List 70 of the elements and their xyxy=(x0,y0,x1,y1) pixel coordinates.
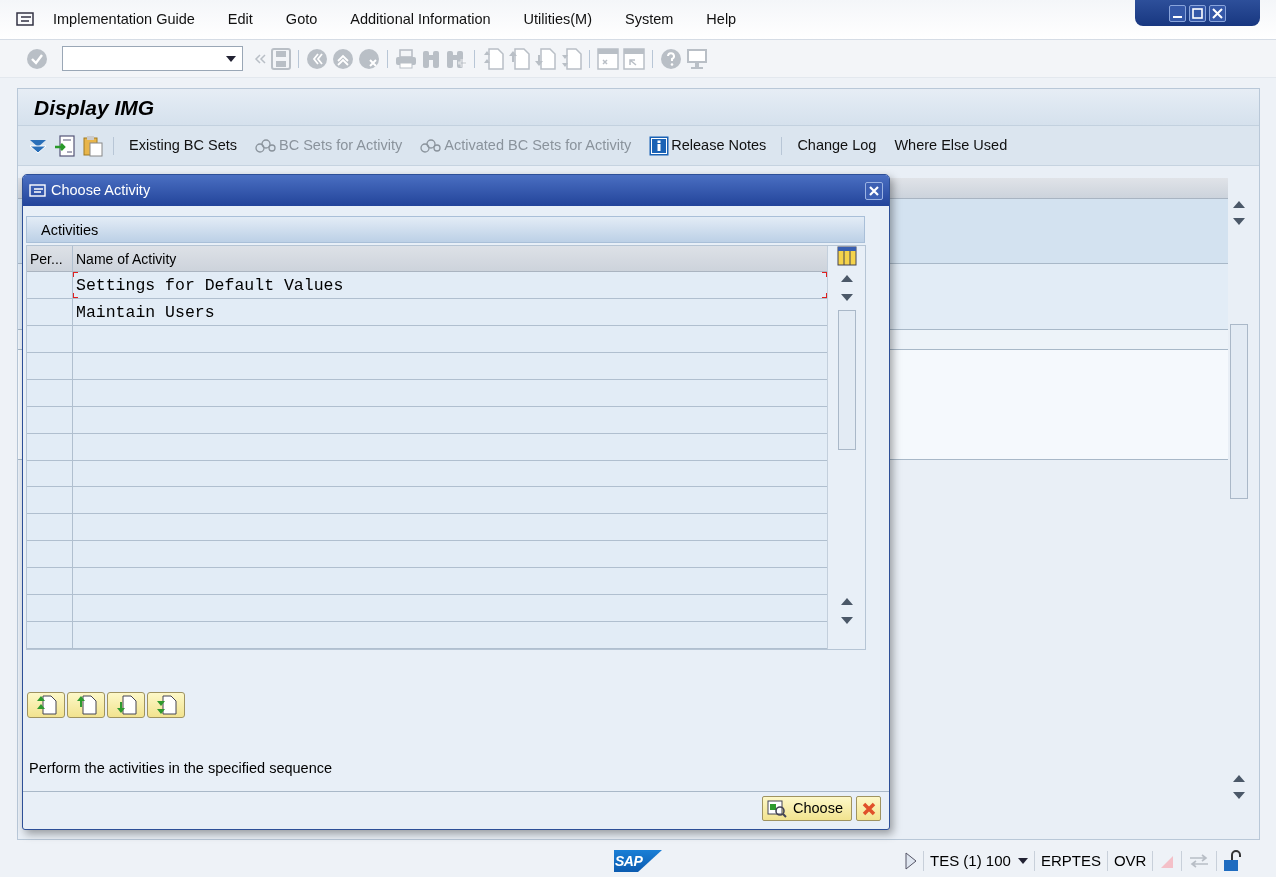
section-title: Activities xyxy=(26,216,865,243)
move-down-icon xyxy=(115,695,137,715)
sort-button[interactable] xyxy=(107,692,145,718)
move-to-bottom-icon xyxy=(155,695,177,715)
column-header[interactable]: Per... xyxy=(27,246,73,271)
close-icon xyxy=(869,185,879,196)
sap-logo: SAP xyxy=(614,850,662,872)
close-icon[interactable] xyxy=(1210,5,1225,21)
choose-button[interactable]: Choose xyxy=(762,796,852,821)
column-settings-icon[interactable] xyxy=(836,246,857,266)
toolbar-button[interactable]: Release Notes xyxy=(643,134,773,157)
help-icon[interactable] xyxy=(660,47,682,70)
scroll-thumb[interactable] xyxy=(1230,324,1248,499)
caret-icon[interactable] xyxy=(1017,858,1028,864)
sort-button[interactable] xyxy=(147,692,185,718)
close-icon xyxy=(861,801,876,816)
screen-title: Display IMG xyxy=(18,89,1259,126)
menu-item[interactable]: System xyxy=(608,8,690,31)
menu-item[interactable]: Help xyxy=(689,8,753,31)
toolbar-button[interactable]: Where Else Used xyxy=(888,134,1014,157)
next-page-icon[interactable] xyxy=(534,47,556,70)
scroll-up-icon[interactable] xyxy=(1233,774,1245,782)
monitor-icon[interactable] xyxy=(686,47,708,70)
document-arrow-icon[interactable] xyxy=(54,134,76,157)
scroll-up-icon[interactable] xyxy=(840,274,853,282)
scroll-down-icon[interactable] xyxy=(1233,218,1245,226)
play-icon[interactable] xyxy=(905,852,917,870)
last-page-icon[interactable] xyxy=(560,47,582,70)
previous-page-icon[interactable] xyxy=(508,47,530,70)
scroll-down-icon[interactable] xyxy=(840,294,853,302)
exit-icon[interactable] xyxy=(332,47,354,70)
info-icon[interactable] xyxy=(649,135,670,156)
cancel-icon[interactable] xyxy=(358,47,380,70)
menu-item[interactable]: Additional Information xyxy=(333,8,507,31)
menu-icon[interactable] xyxy=(16,11,36,28)
choose-icon xyxy=(767,799,787,818)
move-to-top-icon xyxy=(35,695,57,715)
session-info[interactable]: TES (1) 100 xyxy=(930,849,1011,873)
toolbar-button[interactable]: Change Log xyxy=(791,134,883,157)
maximize-icon[interactable] xyxy=(1190,5,1205,21)
cancel-button[interactable] xyxy=(856,796,881,821)
sort-button[interactable] xyxy=(27,692,65,718)
dialog-title: Choose Activity xyxy=(51,180,151,200)
menu-item[interactable]: Implementation Guide xyxy=(36,8,211,31)
scroll-down-icon[interactable] xyxy=(840,617,853,625)
menu-item[interactable]: Utilities(M) xyxy=(506,8,608,31)
move-up-icon xyxy=(75,695,97,715)
input-mode[interactable]: OVR xyxy=(1113,849,1147,873)
dialog-menu-icon[interactable] xyxy=(29,183,47,198)
new-window-icon[interactable] xyxy=(597,47,619,70)
shortcut-window-icon[interactable] xyxy=(623,47,645,70)
scroll-down-icon[interactable] xyxy=(1233,792,1245,800)
back-icon[interactable] xyxy=(306,47,328,70)
close-button[interactable] xyxy=(865,181,883,200)
command-field[interactable] xyxy=(62,46,243,71)
menu-item[interactable]: Edit xyxy=(210,8,269,31)
check-icon[interactable] xyxy=(26,47,48,70)
toolbar-button[interactable]: Existing BC Sets xyxy=(123,134,243,157)
caret-icon[interactable] xyxy=(226,55,236,62)
clipboard-icon[interactable] xyxy=(82,134,104,157)
print-icon[interactable] xyxy=(395,48,417,69)
scroll-up-icon[interactable] xyxy=(840,597,853,605)
server-name: ERPTES xyxy=(1040,850,1101,871)
scroll-up-icon[interactable] xyxy=(1233,200,1245,208)
scroll-thumb[interactable] xyxy=(837,310,856,450)
menu-item[interactable]: Goto xyxy=(268,8,334,31)
hint-text: Perform the activities in the specified sequence xyxy=(29,759,334,778)
first-page-icon[interactable] xyxy=(482,47,504,70)
sort-button[interactable] xyxy=(67,692,105,718)
column-header[interactable]: Name of Activity xyxy=(73,246,827,271)
